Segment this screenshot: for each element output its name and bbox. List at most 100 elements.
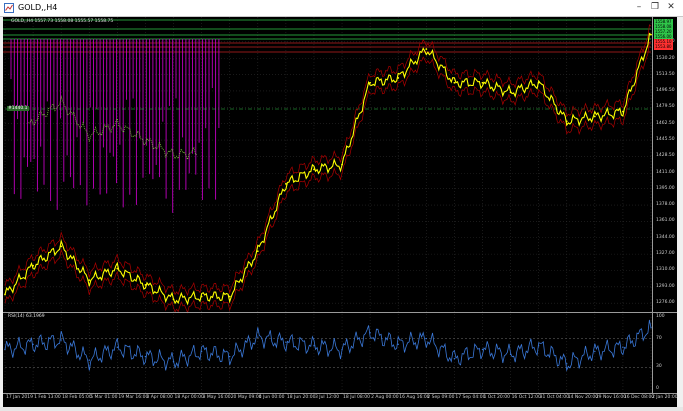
close-button[interactable]: ✕ xyxy=(664,1,678,14)
price-tick-label: 1293.00 xyxy=(656,283,675,289)
price-point xyxy=(4,293,6,296)
lower-envelope xyxy=(4,41,652,314)
price-tick-label: 1310.00 xyxy=(656,267,675,273)
rsi-point xyxy=(4,348,6,351)
time-tick-label: 2 Sep 09:00 xyxy=(427,395,455,400)
time-tick-label: 2 Jan 20:00 xyxy=(652,395,678,400)
price-tick-label: 1513.50 xyxy=(656,71,675,77)
rsi-point xyxy=(481,348,484,351)
rsi-point xyxy=(622,346,624,348)
rsi-tick-label: 30 xyxy=(656,364,662,370)
time-tick-label: 18 Jun 20:00 xyxy=(286,395,316,400)
time-tick-label: 2 Aug 00:00 xyxy=(371,395,399,400)
price-point xyxy=(60,245,63,248)
price-badge: 1553.80 xyxy=(654,44,673,50)
rsi-point xyxy=(594,350,596,353)
time-tick-label: 31 Oct 04:00 xyxy=(539,395,569,400)
price-tick-label: 1411.00 xyxy=(656,170,675,176)
time-tick-label: 14 Nov 20:00 xyxy=(567,395,599,400)
rsi-label: RSI(14) 63.1969 xyxy=(8,314,45,319)
rsi-point xyxy=(369,332,371,334)
rsi-point xyxy=(60,339,62,341)
upper-envelope xyxy=(4,24,652,297)
minimize-button[interactable]: – xyxy=(632,1,646,14)
price-point xyxy=(341,163,343,166)
time-tick-label: 18 Feb 05:00 xyxy=(62,395,92,400)
price-point xyxy=(313,168,315,171)
price-tick-label: 1395.00 xyxy=(656,185,675,191)
price-point xyxy=(200,295,203,298)
price-tick-label: 1361.00 xyxy=(656,218,675,224)
time-tick-label: 16 Aug 16:00 xyxy=(399,395,430,400)
rsi-point xyxy=(453,358,456,360)
time-tick-label: 18 Apr 00:00 xyxy=(174,395,204,400)
price-point xyxy=(116,267,119,270)
time-tick-label: 19 Mar 16:00 xyxy=(118,395,149,400)
time-tick-label: 1 Feb 13:00 xyxy=(34,395,61,400)
time-tick-label: 16 Oct 12:00 xyxy=(511,395,541,400)
symbol-info: GOLD,,H4 1557.73 1558.08 1555.57 1558.75 xyxy=(11,19,114,24)
price-point xyxy=(144,284,147,286)
price-point xyxy=(32,264,34,267)
price-point xyxy=(537,81,540,84)
price-point xyxy=(256,250,259,253)
time-tick-label: 3 Jul 12:00 xyxy=(314,395,340,400)
chart-window: GOLD,,H4 – ❐ ✕ GOLD,,H4 1557.73 1558.08 … xyxy=(0,0,683,411)
rsi-point xyxy=(397,343,399,346)
time-tick-label: 1 Oct 20:00 xyxy=(483,395,510,400)
rsi-point xyxy=(116,346,119,348)
price-point xyxy=(369,81,372,84)
price-point xyxy=(88,279,91,282)
time-tick-label: 20 May 09:00 xyxy=(230,395,262,400)
window-titlebar[interactable]: GOLD,,H4 – ❐ ✕ xyxy=(0,0,683,17)
price-tick-label: 1428.50 xyxy=(656,153,675,159)
price-tick-label: 1530.20 xyxy=(656,55,675,61)
window-title: GOLD,,H4 xyxy=(18,3,58,12)
rsi-point xyxy=(537,345,540,347)
subwindow-separator[interactable] xyxy=(3,312,677,313)
price-tick-label: 1462.50 xyxy=(656,120,675,126)
price-tick-label: 1445.50 xyxy=(656,137,675,143)
price-point xyxy=(284,182,287,185)
restore-button[interactable]: ❐ xyxy=(648,1,662,14)
rsi-point xyxy=(341,348,343,351)
rsi-point xyxy=(228,355,231,358)
rsi-point xyxy=(88,359,90,361)
rsi-point xyxy=(200,350,203,353)
rsi-point xyxy=(144,355,147,358)
price-tick-label: 1327.00 xyxy=(656,251,675,257)
price-point xyxy=(397,77,400,79)
time-axis-line xyxy=(3,393,677,394)
price-tick-label: 1496.50 xyxy=(656,87,675,93)
price-point xyxy=(425,48,428,50)
horizontal-scrollbar[interactable] xyxy=(0,407,683,411)
price-tick-label: 1378.00 xyxy=(656,202,675,208)
rsi-point xyxy=(172,360,175,363)
time-tick-label: 3 Apr 08:00 xyxy=(146,395,173,400)
rsi-point xyxy=(566,363,568,365)
time-tick-label: 4 Jun 00:00 xyxy=(258,395,285,400)
chart-canvas[interactable] xyxy=(3,17,677,407)
price-point xyxy=(565,120,568,123)
price-tick-label: 1276.00 xyxy=(656,300,675,306)
price-point xyxy=(593,115,596,118)
chart-icon xyxy=(4,3,14,13)
rsi-tick-label: 100 xyxy=(656,314,665,319)
time-tick-label: 29 Nov 16:00 xyxy=(595,395,627,400)
time-tick-label: 3 May 16:00 xyxy=(202,395,231,400)
rsi-point xyxy=(509,353,512,356)
price-tick-label: 1344.00 xyxy=(656,234,675,240)
price-point xyxy=(622,110,624,113)
rsi-axis xyxy=(652,313,678,393)
rsi-point xyxy=(425,337,428,340)
rsi-point xyxy=(32,343,34,346)
rsi-point xyxy=(257,336,259,338)
time-tick-label: 17 Sep 04:00 xyxy=(455,395,486,400)
price-point xyxy=(453,81,456,84)
price-line xyxy=(4,32,652,306)
time-tick-label: 5 Mar 01:00 xyxy=(90,395,118,400)
time-tick-label: 17 Jan 2019 xyxy=(6,395,33,400)
hline-label: #1440.1 xyxy=(7,106,29,111)
chart-area[interactable]: GOLD,,H4 1557.73 1558.08 1555.57 1558.75… xyxy=(3,17,678,407)
time-tick-label: 16 Dec 08:00 xyxy=(623,395,655,400)
